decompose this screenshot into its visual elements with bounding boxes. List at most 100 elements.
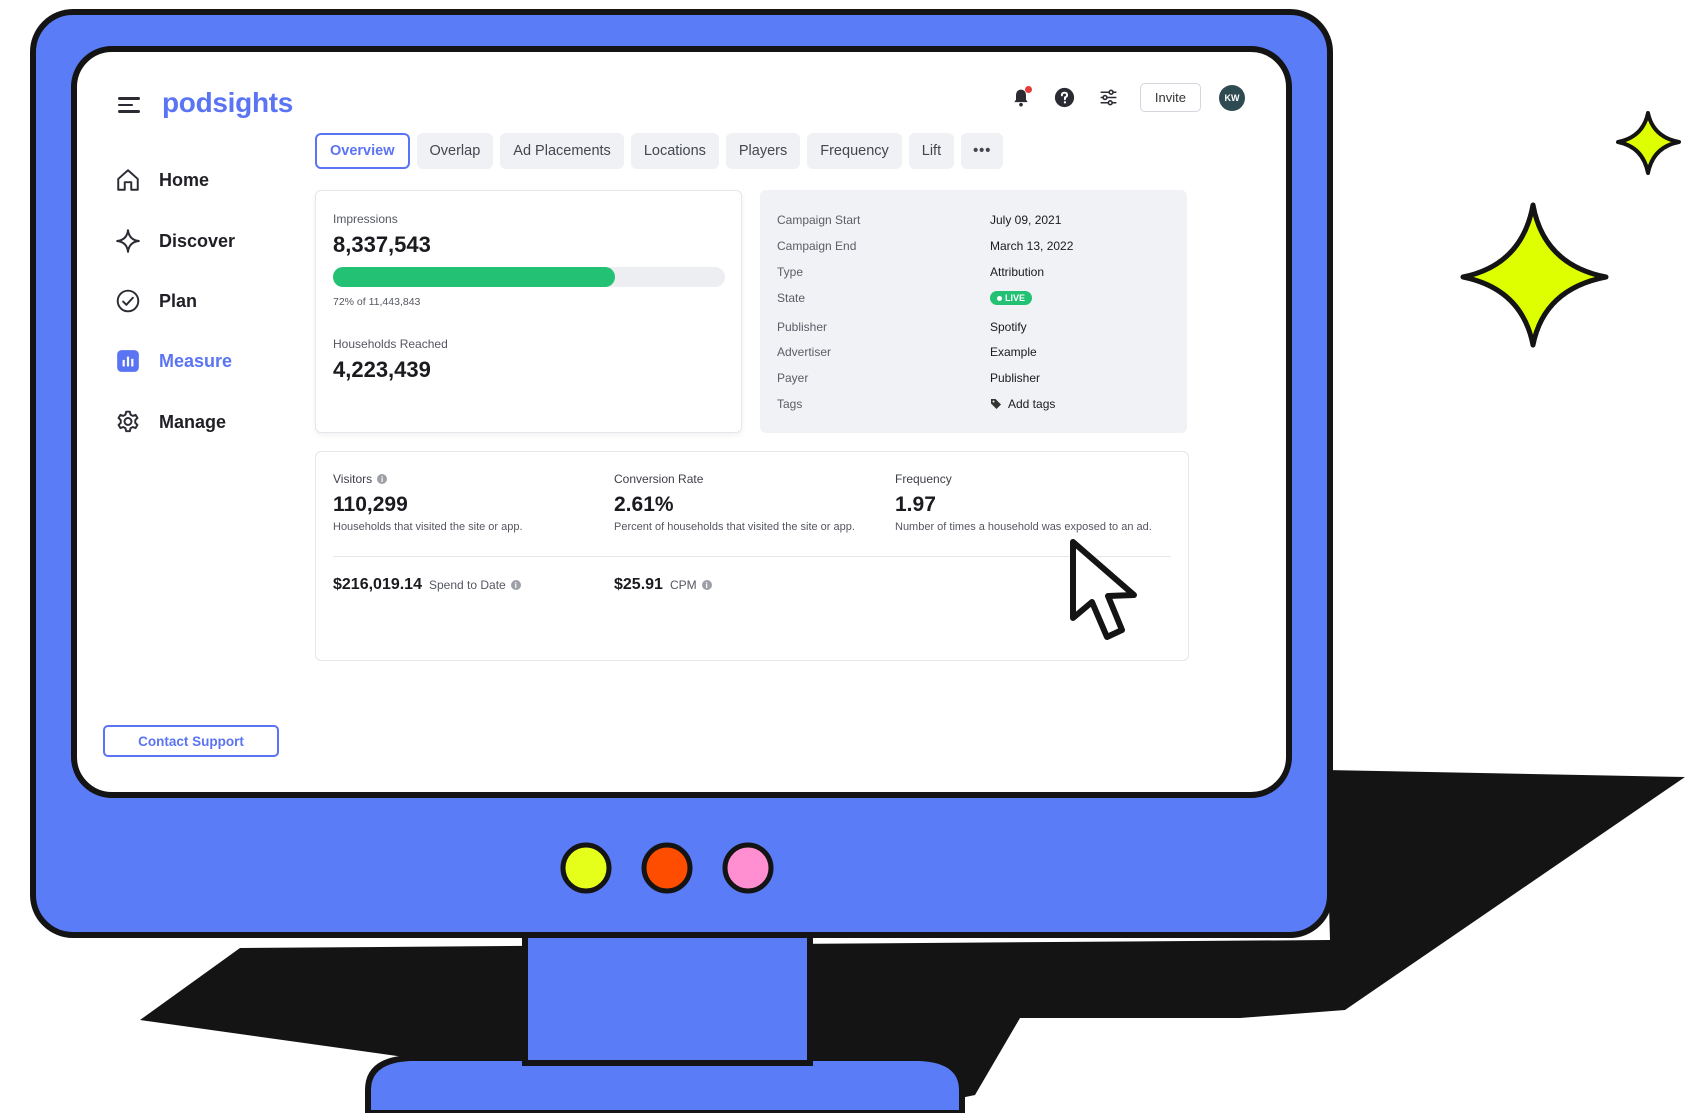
households-label: Households Reached: [333, 337, 448, 351]
impressions-progress-fill: [333, 267, 616, 287]
sidebar-item-label: Measure: [159, 350, 233, 371]
detail-value: July 09, 2021: [990, 213, 1062, 227]
sidebar-item-home[interactable]: Home: [115, 167, 209, 193]
conversion-value: 2.61%: [614, 493, 674, 516]
frequency-description: Number of times a household was exposed …: [895, 521, 1152, 533]
detail-row: Advertiser Example: [777, 345, 1177, 359]
visitors-label: Visitors: [333, 472, 373, 486]
cpm-value: $25.91: [614, 576, 663, 593]
conversion-metric: Conversion Rate 2.61% Percent of househo…: [614, 472, 855, 533]
sparkle-icon: [116, 229, 140, 253]
tag-icon: [991, 399, 1001, 409]
detail-row: Payer Publisher: [777, 371, 1177, 385]
tab-ad-placements[interactable]: Ad Placements: [500, 133, 624, 169]
tab-frequency[interactable]: Frequency: [807, 133, 902, 169]
conversion-description: Percent of households that visited the s…: [614, 521, 855, 533]
tab-more[interactable]: •••: [961, 133, 1004, 169]
detail-value: Example: [990, 345, 1037, 359]
stand-base: [365, 1055, 965, 1113]
sidebar-item-measure[interactable]: Measure: [115, 348, 232, 374]
tab-players[interactable]: Players: [725, 133, 801, 169]
tab-bar: Overview Overlap Ad Placements Locations…: [315, 133, 1004, 169]
progress-caption: 72% of 11,443,843: [333, 296, 421, 308]
visitors-description: Households that visited the site or app.: [333, 521, 523, 533]
help-icon: [1055, 87, 1075, 108]
sidebar-item-manage[interactable]: Manage: [115, 409, 226, 435]
app-screen: podsights Home Discover Plan Measure Man…: [80, 55, 1283, 789]
detail-key: Payer: [777, 371, 809, 385]
detail-value: Publisher: [990, 371, 1041, 385]
contact-support-button[interactable]: Contact Support: [103, 725, 279, 757]
frequency-value: 1.97: [895, 493, 936, 516]
cpm-label: CPM: [669, 578, 697, 592]
home-icon: [117, 169, 139, 191]
red-button: [641, 842, 693, 894]
detail-row: Campaign End March 13, 2022: [777, 239, 1177, 253]
impressions-progress: [333, 267, 725, 287]
divider: [333, 556, 1171, 557]
spend-value: $216,019.14: [333, 576, 422, 593]
impressions-card: Impressions 8,337,543 72% of 11,443,843 …: [315, 190, 742, 433]
detail-value: March 13, 2022: [990, 239, 1074, 253]
sidebar-item-label: Home: [159, 169, 210, 190]
detail-row: Publisher Spotify: [777, 320, 1177, 334]
tab-lift[interactable]: Lift: [908, 133, 955, 169]
sidebar-item-label: Manage: [159, 411, 227, 432]
app-logo: podsights: [162, 87, 294, 118]
visitors-metric: Visitors i 110,299 Households that visite…: [333, 472, 523, 533]
help-button[interactable]: [1052, 85, 1078, 111]
top-bar: Invite KW: [1008, 83, 1245, 112]
notification-dot: [1024, 85, 1032, 93]
info-icon[interactable]: i: [510, 580, 521, 590]
detail-value: Spotify: [990, 320, 1027, 334]
conversion-label: Conversion Rate: [614, 472, 704, 486]
check-circle-icon: [116, 289, 140, 313]
detail-value: LIVE: [990, 291, 1033, 305]
cursor-icon: [1070, 539, 1137, 640]
status-badge-label: LIVE: [1005, 293, 1026, 303]
cpm-label-row: CPM i: [670, 578, 712, 592]
detail-key: Type: [777, 265, 804, 279]
sidebar-item-label: Discover: [159, 230, 236, 251]
info-icon[interactable]: i: [377, 474, 388, 484]
avatar[interactable]: KW: [1219, 84, 1245, 111]
menu-icon[interactable]: [118, 97, 140, 115]
add-tags-link[interactable]: Add tags: [990, 397, 1055, 411]
detail-row: Type Attribution: [777, 265, 1177, 279]
notifications-button[interactable]: [1008, 85, 1034, 111]
detail-row: State LIVE: [777, 291, 1177, 305]
sidebar-item-plan[interactable]: Plan: [115, 288, 197, 314]
spend-label-row: Spend to Date i: [429, 578, 521, 592]
status-badge: LIVE: [990, 291, 1033, 305]
visitors-label-row: Visitors i: [333, 472, 523, 486]
stand-neck: [522, 922, 813, 1066]
frequency-metric: Frequency 1.97 Number of times a househo…: [895, 472, 1152, 533]
sliders-icon: [1101, 89, 1117, 106]
cpm-metric: $25.91 CPM i: [614, 576, 712, 594]
spend-metric: $216,019.14 Spend to Date i: [333, 576, 521, 594]
impressions-value: 8,337,543: [333, 232, 431, 257]
detail-key: Publisher: [777, 320, 828, 334]
metrics-card: Visitors i 110,299 Households that visite…: [315, 451, 1189, 661]
yellow-button: [560, 842, 612, 894]
tab-locations[interactable]: Locations: [630, 133, 719, 169]
detail-value: Attribution: [990, 265, 1045, 279]
gear-icon: [117, 410, 139, 433]
add-tags-label: Add tags: [1008, 397, 1056, 411]
detail-key: Advertiser: [777, 345, 832, 359]
sidebar-item-label: Plan: [159, 290, 198, 311]
tab-overview[interactable]: Overview: [315, 133, 410, 169]
campaign-details: Campaign Start July 09, 2021 Campaign En…: [760, 190, 1187, 433]
detail-key: Campaign Start: [777, 213, 861, 227]
detail-row: Campaign Start July 09, 2021: [777, 213, 1177, 227]
detail-key: Campaign End: [777, 239, 857, 253]
tab-overlap[interactable]: Overlap: [416, 133, 494, 169]
sidebar-item-discover[interactable]: Discover: [115, 228, 235, 254]
pink-button: [722, 842, 774, 894]
invite-button[interactable]: Invite: [1139, 83, 1201, 112]
detail-row: Tags Add tags: [777, 397, 1177, 411]
settings-button[interactable]: [1096, 85, 1122, 111]
info-icon[interactable]: i: [701, 580, 712, 590]
visitors-value: 110,299: [333, 493, 408, 516]
small-sparkle: [1616, 111, 1681, 175]
